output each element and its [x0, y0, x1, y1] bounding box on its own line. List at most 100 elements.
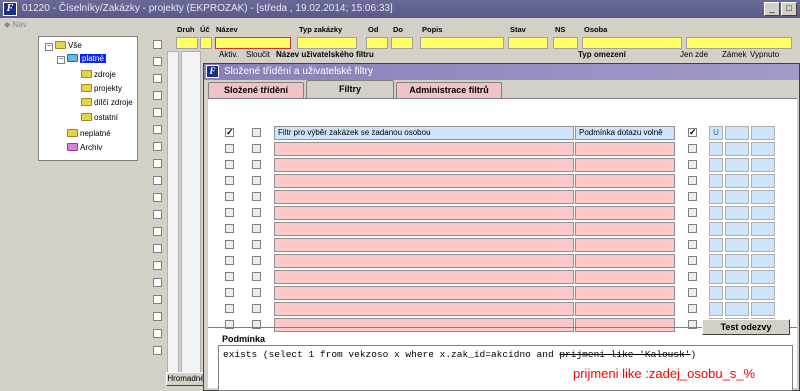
merge-checkbox[interactable] — [252, 128, 261, 137]
merge-checkbox[interactable] — [252, 224, 261, 233]
off-cell[interactable] — [751, 302, 775, 316]
merge-checkbox[interactable] — [252, 176, 261, 185]
lock-cell[interactable] — [709, 190, 723, 204]
tree-node-projekty[interactable]: projekty — [81, 84, 122, 94]
filter-name-cell[interactable] — [274, 302, 574, 316]
lock-value-cell[interactable] — [725, 270, 749, 284]
query-field-popis[interactable] — [420, 37, 504, 49]
filter-type-cell[interactable] — [575, 174, 675, 188]
lock-value-cell[interactable] — [725, 158, 749, 172]
only-here-checkbox[interactable] — [688, 160, 697, 169]
lock-cell[interactable] — [709, 174, 723, 188]
merge-checkbox[interactable] — [252, 272, 261, 281]
off-cell[interactable] — [751, 238, 775, 252]
merge-checkbox[interactable] — [252, 208, 261, 217]
filter-type-cell[interactable] — [575, 286, 675, 300]
col-header-uc[interactable]: Úč — [200, 25, 210, 34]
filter-name-cell[interactable] — [274, 270, 574, 284]
lock-value-cell[interactable] — [725, 254, 749, 268]
filter-name-cell[interactable] — [274, 286, 574, 300]
lock-cell[interactable] — [709, 302, 723, 316]
only-here-checkbox[interactable] — [688, 240, 697, 249]
active-checkbox[interactable] — [225, 208, 234, 217]
lock-value-cell[interactable] — [725, 286, 749, 300]
lock-value-cell[interactable] — [725, 190, 749, 204]
active-checkbox[interactable] — [225, 272, 234, 281]
only-here-checkbox[interactable] — [688, 144, 697, 153]
collapse-icon[interactable]: − — [57, 56, 65, 64]
off-cell[interactable] — [751, 174, 775, 188]
filter-name-cell[interactable] — [274, 206, 574, 220]
filter-name-cell[interactable]: Filtr pro výběr zakázek se zadanou osobo… — [274, 126, 574, 140]
merge-checkbox[interactable] — [252, 240, 261, 249]
col-header-druh[interactable]: Druh — [177, 25, 195, 34]
lock-value-cell[interactable] — [725, 126, 749, 140]
nav-button[interactable]: ◆ Nav — [4, 20, 27, 29]
off-cell[interactable] — [751, 270, 775, 284]
off-cell[interactable] — [751, 222, 775, 236]
col-header-ns[interactable]: NS — [555, 25, 565, 34]
lock-cell[interactable] — [709, 254, 723, 268]
tab-slozene-trideni[interactable]: Složené třídění — [208, 82, 304, 98]
filter-name-cell[interactable] — [274, 254, 574, 268]
off-cell[interactable] — [751, 142, 775, 156]
filter-type-cell[interactable] — [575, 142, 675, 156]
merge-checkbox[interactable] — [252, 160, 261, 169]
active-checkbox[interactable] — [225, 160, 234, 169]
tab-administrace-filtru[interactable]: Administrace filtrů — [396, 82, 502, 98]
filter-name-cell[interactable] — [274, 174, 574, 188]
only-here-checkbox[interactable] — [688, 304, 697, 313]
lock-value-cell[interactable] — [725, 238, 749, 252]
merge-checkbox[interactable] — [252, 144, 261, 153]
category-tree[interactable]: − Vše − platné zdroje projekty dílčí zdroj… — [38, 36, 138, 161]
filter-type-cell[interactable] — [575, 206, 675, 220]
filter-type-cell[interactable] — [575, 254, 675, 268]
query-field-stav[interactable] — [508, 37, 548, 49]
off-cell[interactable] — [751, 158, 775, 172]
filter-name-cell[interactable] — [274, 158, 574, 172]
merge-checkbox[interactable] — [252, 304, 261, 313]
merge-checkbox[interactable] — [252, 256, 261, 265]
active-checkbox[interactable] — [225, 288, 234, 297]
tree-node-archiv[interactable]: Archiv — [67, 143, 102, 153]
only-here-checkbox[interactable] — [688, 208, 697, 217]
active-checkbox[interactable] — [225, 224, 234, 233]
test-response-button[interactable]: Test odezvy — [702, 319, 790, 335]
filter-name-cell[interactable] — [274, 318, 574, 332]
lock-cell[interactable]: U — [709, 126, 723, 140]
lock-cell[interactable] — [709, 238, 723, 252]
lock-cell[interactable] — [709, 158, 723, 172]
lock-value-cell[interactable] — [725, 222, 749, 236]
filter-name-cell[interactable] — [274, 222, 574, 236]
only-here-checkbox[interactable] — [688, 128, 697, 137]
filter-type-cell[interactable] — [575, 158, 675, 172]
only-here-checkbox[interactable] — [688, 176, 697, 185]
col-header-od[interactable]: Od — [368, 25, 378, 34]
filter-name-cell[interactable] — [274, 142, 574, 156]
merge-checkbox[interactable] — [252, 192, 261, 201]
tree-node-platne[interactable]: − platné — [57, 54, 106, 64]
active-checkbox[interactable] — [225, 304, 234, 313]
lock-value-cell[interactable] — [725, 174, 749, 188]
off-cell[interactable] — [751, 206, 775, 220]
only-here-checkbox[interactable] — [688, 272, 697, 281]
active-checkbox[interactable] — [225, 192, 234, 201]
only-here-checkbox[interactable] — [688, 224, 697, 233]
lock-value-cell[interactable] — [725, 206, 749, 220]
merge-checkbox[interactable] — [252, 288, 261, 297]
hromadne-button[interactable]: Hromadné — [166, 372, 206, 386]
filter-type-cell[interactable] — [575, 302, 675, 316]
tree-node-zdroje[interactable]: zdroje — [81, 70, 116, 80]
active-checkbox[interactable] — [225, 144, 234, 153]
col-header-nazev[interactable]: Název — [216, 25, 238, 34]
lock-cell[interactable] — [709, 222, 723, 236]
filter-name-cell[interactable] — [274, 190, 574, 204]
filter-type-cell[interactable] — [575, 238, 675, 252]
filter-name-cell[interactable] — [274, 238, 574, 252]
collapse-icon[interactable]: − — [45, 43, 53, 51]
col-header-do[interactable]: Do — [393, 25, 403, 34]
col-header-typ-zakazky[interactable]: Typ zakázky — [299, 25, 342, 34]
lock-value-cell[interactable] — [725, 302, 749, 316]
col-header-stav[interactable]: Stav — [510, 25, 526, 34]
off-cell[interactable] — [751, 190, 775, 204]
